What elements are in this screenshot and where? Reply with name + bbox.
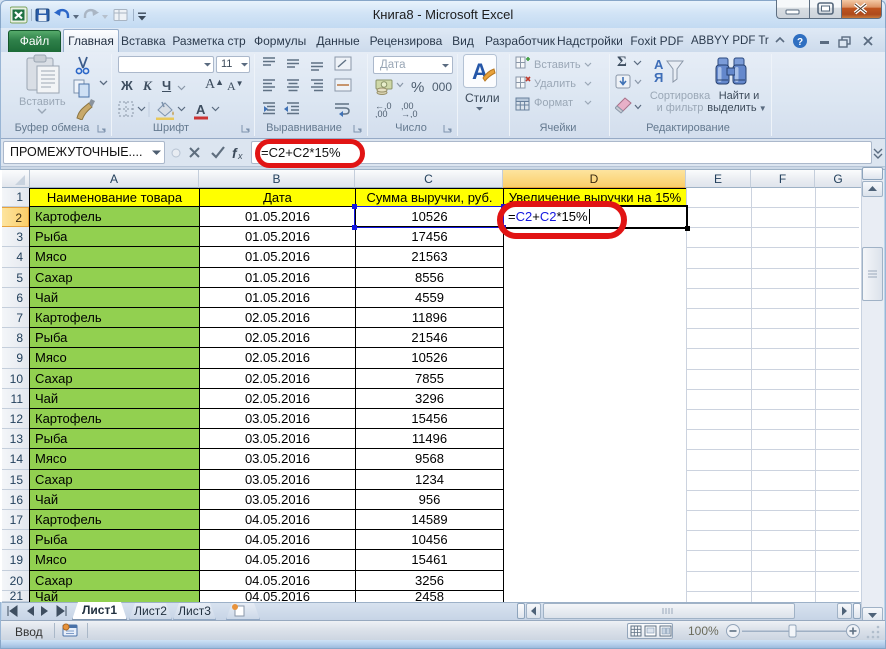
- svg-text:000: 000: [432, 80, 452, 94]
- svg-text:?: ?: [797, 37, 803, 48]
- svg-text:x: x: [237, 151, 243, 161]
- svg-text:→,0: →,0: [401, 109, 418, 118]
- svg-text:,00: ,00: [375, 109, 388, 118]
- svg-text:%: %: [411, 79, 424, 96]
- svg-text:Я: Я: [654, 70, 663, 85]
- svg-text:A: A: [196, 102, 206, 117]
